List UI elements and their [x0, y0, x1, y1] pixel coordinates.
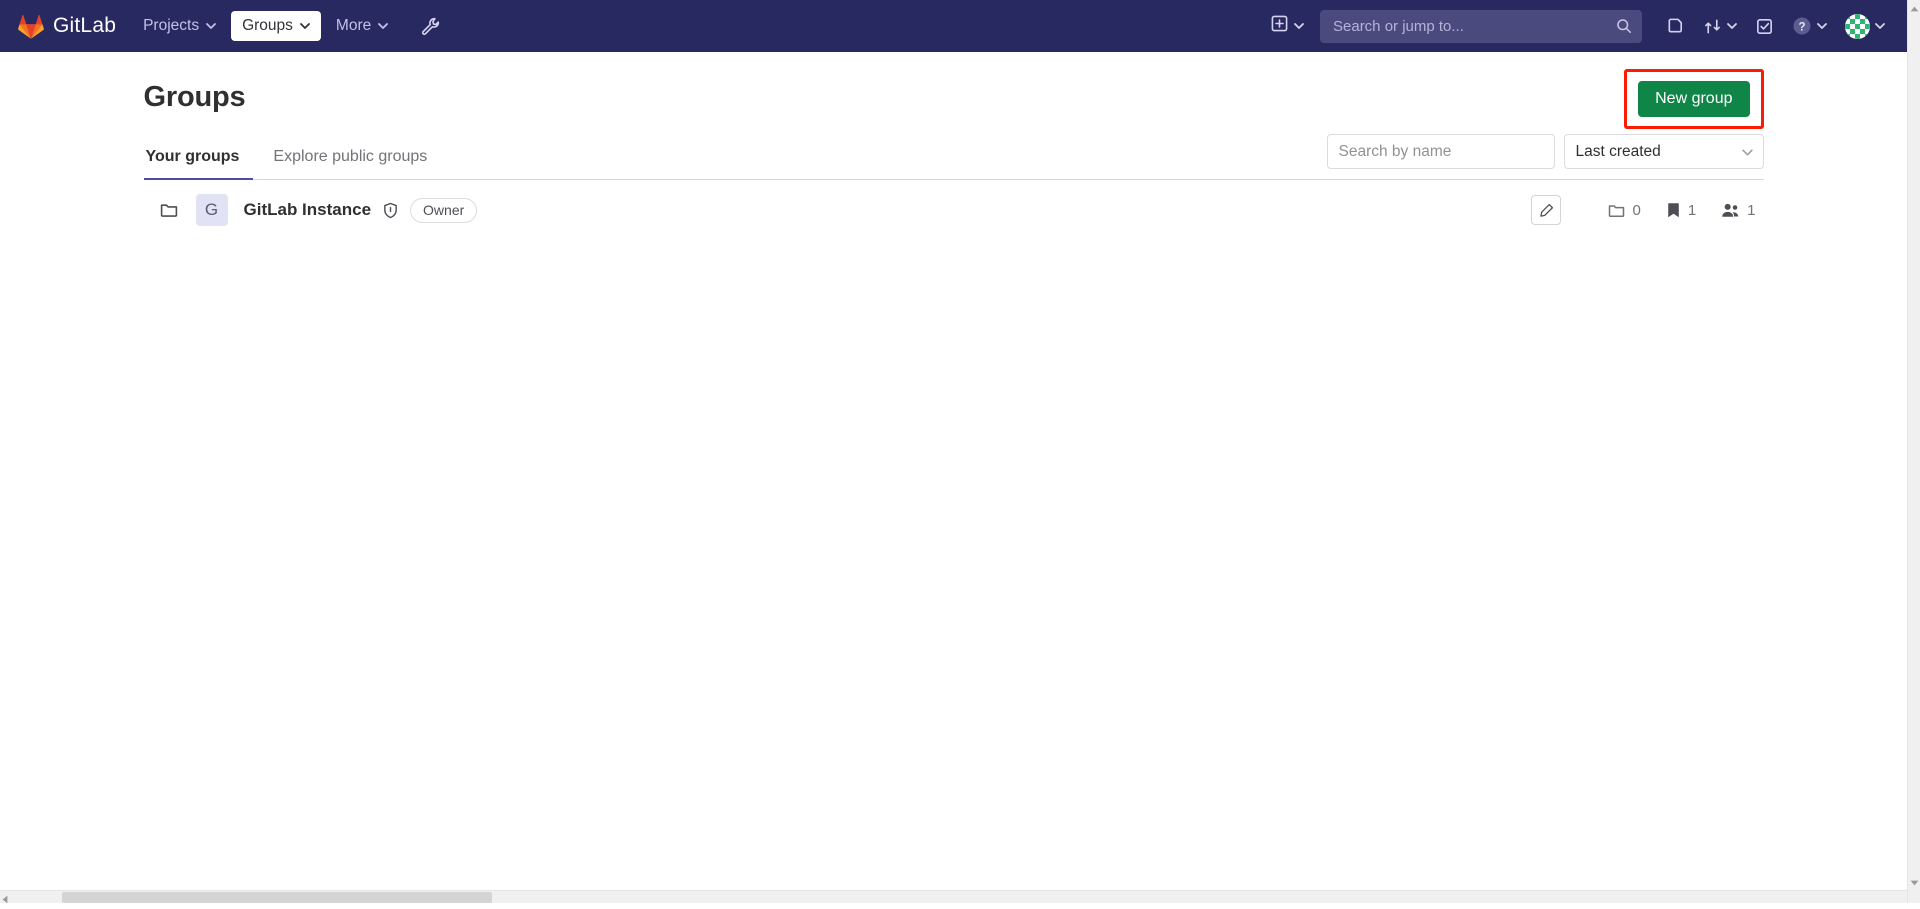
tab-your-groups[interactable]: Your groups	[144, 138, 254, 180]
new-group-button[interactable]: New group	[1638, 81, 1749, 118]
todos-icon[interactable]	[1747, 9, 1782, 43]
user-menu-button[interactable]	[1837, 9, 1893, 43]
role-badge: Owner	[410, 198, 477, 223]
horizontal-scrollbar-thumb[interactable]	[62, 892, 492, 903]
chevron-down-icon	[1875, 23, 1885, 29]
stat-projects-value: 1	[1688, 202, 1696, 219]
projects-bookmark-icon	[1666, 202, 1681, 219]
stat-members-value: 1	[1747, 202, 1755, 219]
edit-group-button[interactable]	[1531, 195, 1561, 225]
nav-item-groups[interactable]: Groups	[231, 11, 321, 41]
navbar-left-section: GitLab Projects Groups More	[0, 0, 447, 52]
page-title: Groups	[144, 81, 246, 114]
scroll-left-arrow-icon[interactable]	[2, 891, 15, 904]
nav-item-groups-label: Groups	[242, 17, 293, 35]
group-avatar: G	[196, 194, 228, 226]
group-item-stats: 0 1	[1531, 195, 1763, 225]
nav-item-projects-label: Projects	[143, 17, 199, 35]
page-header: Groups New group	[144, 52, 1764, 120]
gitlab-home-link[interactable]: GitLab	[0, 0, 130, 52]
search-by-name-input[interactable]	[1327, 134, 1555, 169]
group-list-item[interactable]: G GitLab Instance Owner	[144, 180, 1764, 240]
chevron-down-icon	[378, 23, 388, 29]
chevron-down-icon	[1742, 149, 1752, 155]
stat-members: 1	[1721, 202, 1755, 219]
group-list: G GitLab Instance Owner	[144, 180, 1764, 240]
stat-projects: 1	[1666, 202, 1696, 219]
group-name-link[interactable]: GitLab Instance	[244, 200, 372, 220]
new-group-highlight-annotation: New group	[1624, 69, 1763, 130]
stat-subgroups-value: 0	[1632, 202, 1640, 219]
group-item-main: G GitLab Instance Owner	[144, 194, 1532, 226]
help-icon[interactable]: ?	[1784, 9, 1835, 43]
shield-icon	[382, 202, 399, 219]
tabs-and-filters-row: Your groups Explore public groups Last c…	[144, 134, 1764, 180]
scroll-down-arrow-icon[interactable]	[1908, 876, 1920, 889]
stat-subgroups: 0	[1608, 202, 1640, 219]
tab-explore-public-groups[interactable]: Explore public groups	[271, 138, 441, 180]
scroll-up-arrow-icon[interactable]	[1908, 2, 1920, 15]
issues-icon[interactable]	[1658, 9, 1693, 43]
vertical-scrollbar[interactable]	[1907, 0, 1920, 903]
sort-dropdown-value: Last created	[1576, 143, 1661, 161]
chevron-down-icon	[206, 23, 216, 29]
chevron-down-icon	[300, 23, 310, 29]
svg-text:?: ?	[1798, 21, 1805, 33]
nav-item-more-label: More	[336, 17, 371, 35]
filter-controls: Last created	[1327, 134, 1764, 179]
gitlab-brand-name: GitLab	[53, 14, 116, 38]
chevron-down-icon	[1294, 23, 1304, 29]
group-tabs: Your groups Explore public groups	[144, 138, 460, 179]
top-navbar: GitLab Projects Groups More	[0, 0, 1907, 52]
page-content: Groups New group Your groups Explore pub…	[0, 52, 1907, 890]
plus-square-icon	[1271, 15, 1288, 37]
chevron-down-icon	[1817, 23, 1827, 29]
nav-item-more[interactable]: More	[325, 11, 399, 41]
chevron-down-icon	[1727, 23, 1737, 29]
navbar-right-section: ?	[1263, 0, 1907, 52]
gitlab-tanuki-logo-icon	[18, 14, 44, 39]
content-container: Groups New group Your groups Explore pub…	[144, 52, 1764, 240]
members-users-icon	[1721, 202, 1740, 219]
nav-item-projects[interactable]: Projects	[132, 11, 227, 41]
subgroups-folder-icon	[1608, 202, 1625, 219]
admin-wrench-icon[interactable]	[413, 9, 447, 43]
sort-dropdown[interactable]: Last created	[1564, 134, 1764, 169]
folder-icon	[160, 201, 178, 219]
global-search-box[interactable]	[1320, 10, 1642, 43]
global-search-input[interactable]	[1333, 18, 1616, 35]
merge-requests-icon[interactable]	[1695, 9, 1745, 43]
search-icon	[1616, 18, 1632, 34]
create-new-button[interactable]	[1263, 9, 1312, 43]
user-avatar-identicon	[1845, 14, 1870, 39]
horizontal-scrollbar[interactable]	[0, 890, 1907, 903]
